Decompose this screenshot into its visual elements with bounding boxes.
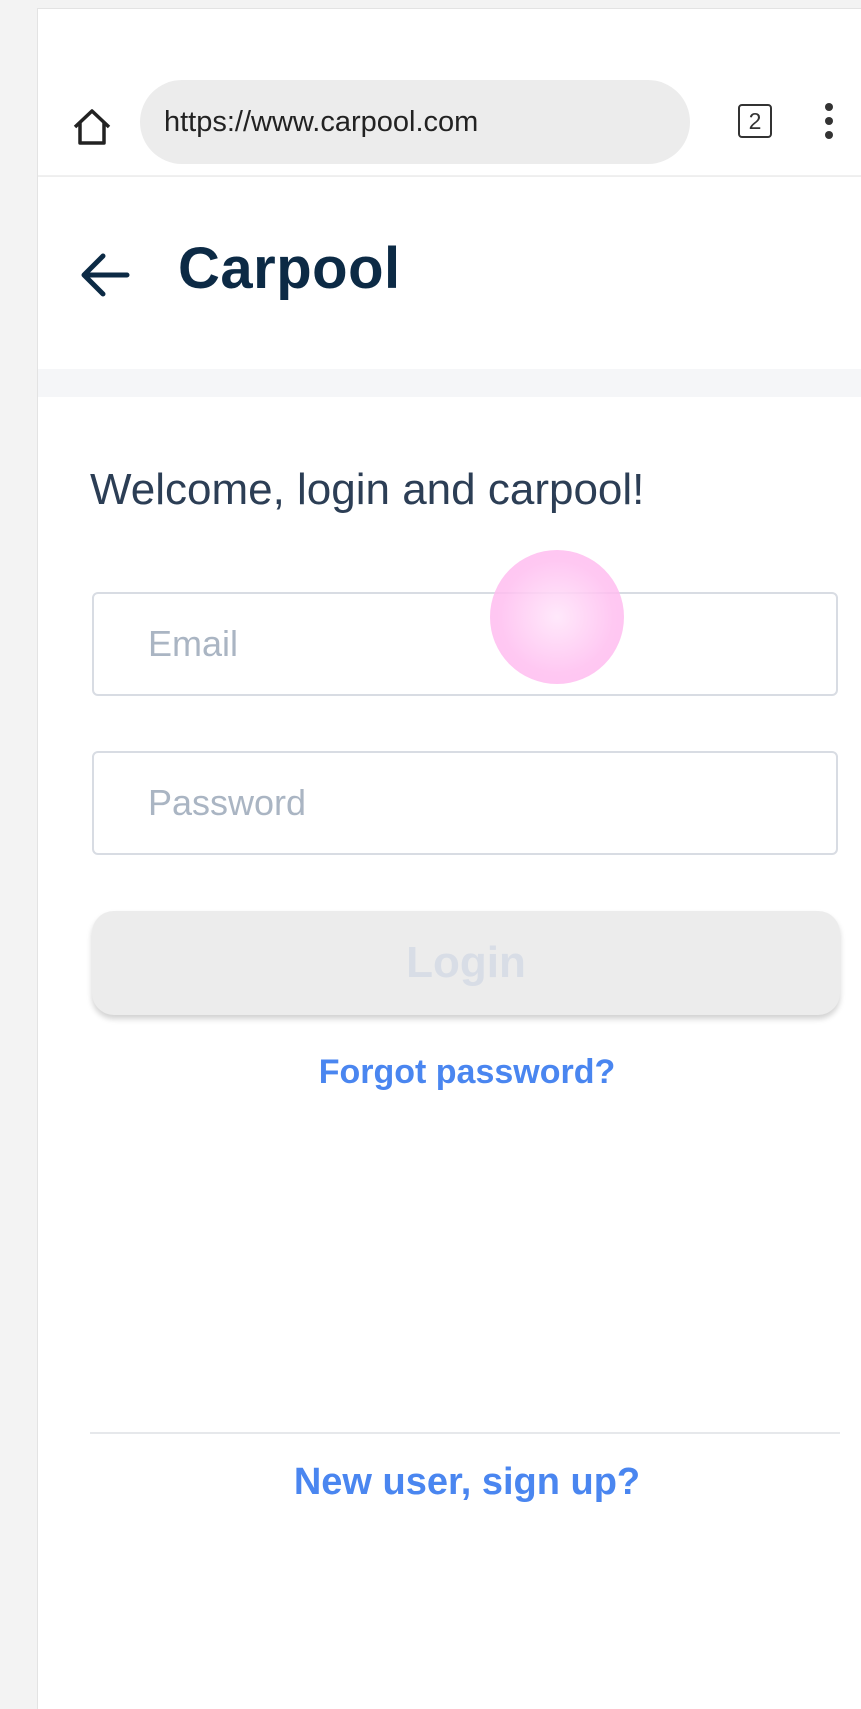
divider <box>90 1432 840 1434</box>
welcome-heading: Welcome, login and carpool! <box>90 465 645 514</box>
url-text: https://www.carpool.com <box>164 105 479 138</box>
app-title: Carpool <box>178 236 401 301</box>
email-field[interactable] <box>92 592 838 696</box>
header-separator <box>38 369 861 397</box>
home-icon[interactable] <box>70 105 114 149</box>
address-bar[interactable]: https://www.carpool.com <box>140 80 690 164</box>
password-field[interactable] <box>92 751 838 855</box>
forgot-password-link[interactable]: Forgot password? <box>38 1053 861 1092</box>
app-header: Carpool <box>38 177 861 369</box>
tabs-icon[interactable]: 2 <box>738 104 772 138</box>
device-screen: https://www.carpool.com 2 Carpool Welcom… <box>37 8 861 1709</box>
signup-link[interactable]: New user, sign up? <box>38 1461 861 1504</box>
more-vert-icon[interactable] <box>824 103 834 147</box>
browser-toolbar: https://www.carpool.com 2 <box>38 9 861 177</box>
arrow-back-icon[interactable] <box>75 245 135 305</box>
login-button[interactable]: Login <box>92 911 840 1015</box>
